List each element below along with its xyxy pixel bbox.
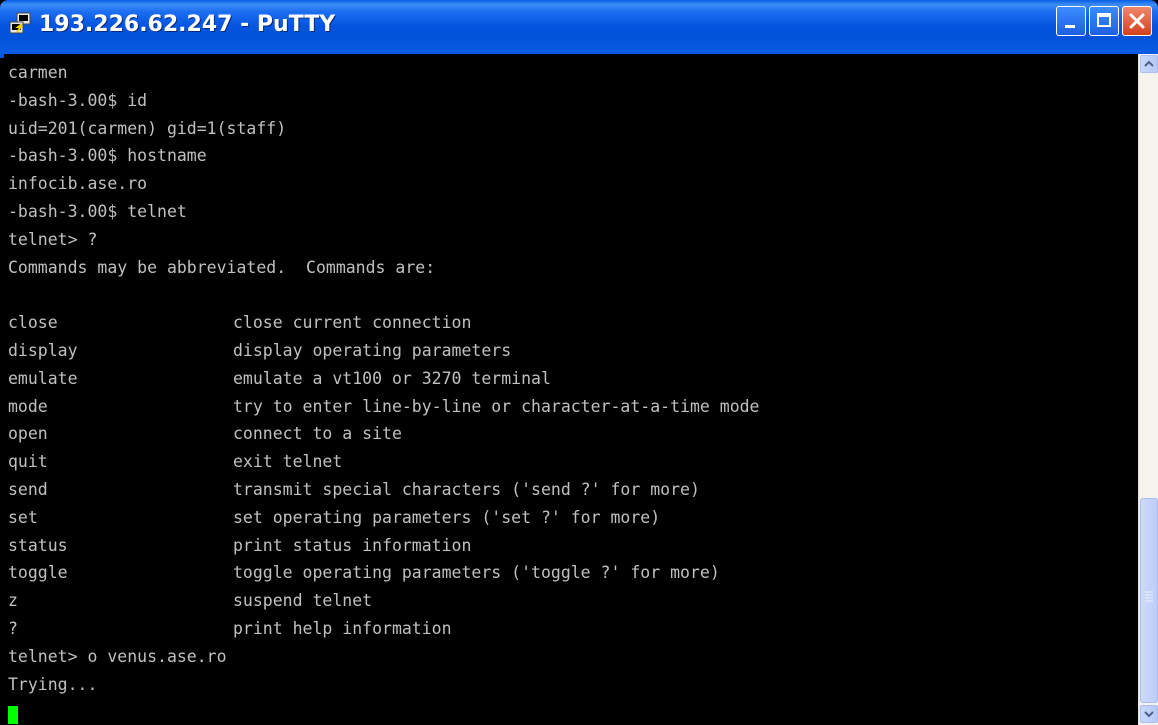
command-row: send transmit special characters ('send ?… — [8, 476, 760, 504]
terminal-line: infocib.ase.ro — [8, 174, 148, 194]
command-description: print help information — [233, 618, 452, 638]
window-title: 193.226.62.247 - PuTTY — [39, 12, 336, 37]
command-description: display operating parameters — [233, 340, 512, 360]
grip-icon — [1145, 591, 1153, 602]
command-row: z suspend telnet — [8, 587, 760, 615]
command-name: display — [8, 340, 78, 360]
command-description: emulate a vt100 or 3270 terminal — [233, 368, 551, 388]
command-row: status print status information — [8, 532, 760, 560]
terminal-line: telnet> o venus.ase.ro — [8, 646, 227, 666]
command-name: status — [8, 535, 68, 555]
maximize-icon — [1097, 13, 1111, 27]
chevron-up-icon — [1144, 60, 1154, 67]
terminal-line: Trying... — [8, 674, 98, 694]
scrollbar-thumb[interactable] — [1140, 498, 1158, 703]
command-row: open connect to a site — [8, 420, 760, 448]
command-row: quit exit telnet — [8, 448, 760, 476]
terminal-line: Commands may be abbreviated. Commands ar… — [8, 257, 436, 277]
vertical-scrollbar[interactable] — [1138, 54, 1158, 725]
command-description: set operating parameters ('set ?' for mo… — [233, 507, 661, 527]
command-row: ? print help information — [8, 615, 760, 643]
command-description: print status information — [233, 535, 472, 555]
terminal-output: carmen -bash-3.00$ id uid=201(carmen) gi… — [8, 59, 760, 698]
terminal-line: uid=201(carmen) gid=1(staff) — [8, 118, 287, 138]
putty-app-icon[interactable] — [8, 12, 32, 36]
command-description: transmit special characters ('send ?' fo… — [233, 479, 700, 499]
scroll-down-button[interactable] — [1140, 705, 1158, 723]
command-row: mode try to enter line-by-line or charact… — [8, 393, 760, 421]
command-description: connect to a site — [233, 424, 402, 444]
command-description: try to enter line-by-line or character-a… — [233, 396, 760, 416]
command-name: send — [8, 479, 48, 499]
command-description: exit telnet — [233, 452, 343, 472]
minimize-icon — [1065, 25, 1075, 28]
command-name: ? — [8, 618, 18, 638]
terminal-line: carmen — [8, 63, 68, 82]
terminal-line: -bash-3.00$ hostname — [8, 146, 207, 166]
command-name: close — [8, 313, 58, 333]
minimize-button[interactable] — [1056, 6, 1086, 36]
command-row: set set operating parameters ('set ?' for… — [8, 504, 760, 532]
scroll-up-button[interactable] — [1140, 55, 1158, 73]
command-row: toggle toggle operating parameters ('togg… — [8, 559, 760, 587]
terminal-screen[interactable]: carmen -bash-3.00$ id uid=201(carmen) gi… — [4, 54, 1138, 725]
terminal-line: -bash-3.00$ telnet — [8, 201, 187, 221]
command-row: display display operating parameters — [8, 337, 760, 365]
title-bar[interactable]: 193.226.62.247 - PuTTY — [0, 0, 1158, 58]
chevron-down-icon — [1144, 711, 1154, 718]
command-name: emulate — [8, 368, 78, 388]
maximize-button[interactable] — [1089, 6, 1119, 36]
close-button[interactable] — [1122, 6, 1152, 36]
command-name: open — [8, 424, 48, 444]
command-row: emulate emulate a vt100 or 3270 terminal — [8, 365, 760, 393]
putty-window: 193.226.62.247 - PuTTY carmen -bash-3.00… — [0, 0, 1158, 725]
terminal-line: -bash-3.00$ id — [8, 90, 148, 110]
close-icon — [1123, 7, 1151, 35]
terminal-cursor — [8, 706, 18, 724]
command-row: close close current connection — [8, 309, 760, 337]
command-description: toggle operating parameters ('toggle ?' … — [233, 563, 720, 583]
command-description: suspend telnet — [233, 591, 373, 611]
command-name: quit — [8, 452, 48, 472]
terminal-line: telnet> ? — [8, 229, 98, 249]
command-name: mode — [8, 396, 48, 416]
command-name: z — [8, 591, 18, 611]
command-name: toggle — [8, 563, 68, 583]
command-name: set — [8, 507, 38, 527]
command-description: close current connection — [233, 313, 472, 333]
